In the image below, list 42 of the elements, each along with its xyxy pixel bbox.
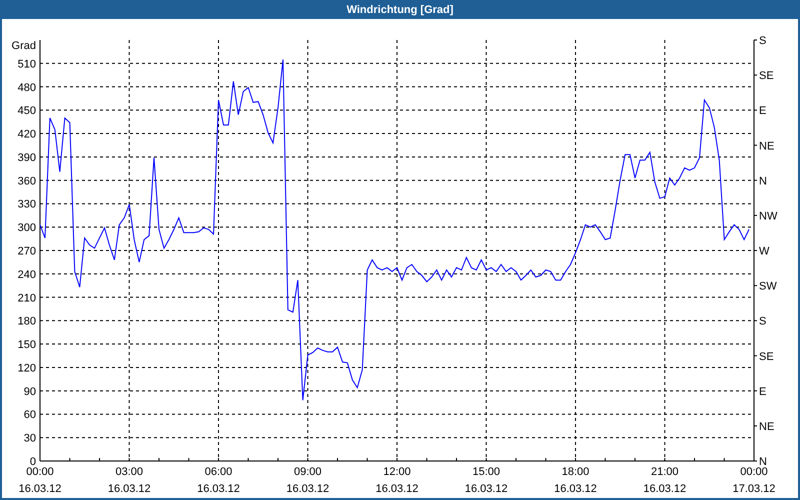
direction-label: NE [759,420,774,433]
y-tick-label: 390 [18,152,36,164]
direction-label: SW [759,280,777,293]
direction-label: E [759,386,766,398]
y-tick-label: 300 [18,222,36,234]
direction-label: W [759,246,770,258]
y-tick-label: 240 [18,268,36,281]
y-tick-label: 330 [18,198,36,211]
y-tick-label: 30 [24,432,36,445]
y-tick-label: 450 [18,105,36,118]
x-tick-label: 00:00 17.03.12 [732,466,776,495]
y-tick-label: 270 [18,246,36,258]
direction-label: S [759,316,766,328]
x-tick-label: 09:00 16.03.12 [286,466,330,495]
direction-label: SE [759,350,774,363]
direction-label: N [759,175,767,188]
y-tick-label: 120 [18,362,36,374]
y-tick-label: 180 [18,316,36,328]
y-tick-label: 510 [18,58,36,70]
x-tick-label: 12:00 16.03.12 [376,466,418,495]
x-tick-label: 18:00 16.03.12 [554,466,597,495]
direction-label: NE [759,140,774,152]
direction-label: N [759,456,767,468]
window-title: Windrichtung [Grad] [346,4,454,16]
y-tick-label: 210 [18,292,36,304]
direction-label: NW [759,210,778,222]
y-tick-label: 150 [18,339,36,352]
y-tick-label: 420 [18,128,36,141]
y-axis-label: Grad [12,40,36,52]
x-tick-label: 21:00 16.03.12 [643,466,686,495]
direction-label: S [759,35,766,47]
x-tick-label: 00:00 16.03.12 [18,466,62,495]
x-tick-label: 15:00 16.03.12 [464,466,508,495]
y-tick-label: 90 [24,386,36,398]
x-tick-label: 03:00 16.03.12 [108,466,151,495]
y-tick-label: 480 [18,82,36,94]
x-tick-label: 06:00 16.03.12 [197,466,240,495]
y-tick-label: 0 [30,456,36,468]
direction-label: SE [759,70,774,82]
y-tick-label: 60 [24,409,36,422]
direction-label: E [759,105,766,118]
y-tick-label: 360 [18,175,36,188]
